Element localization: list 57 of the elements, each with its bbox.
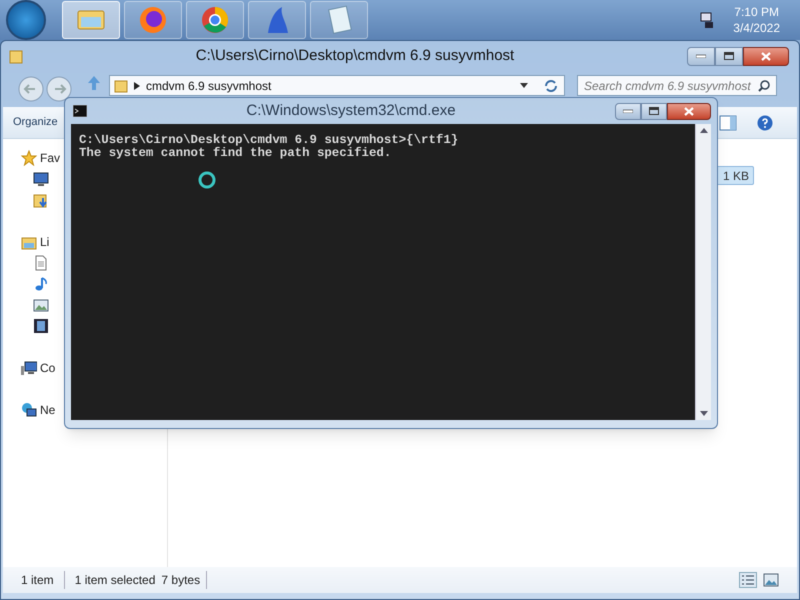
- taskbar-button[interactable]: [186, 1, 244, 39]
- file-size: 1 KB: [722, 168, 749, 184]
- chevron-icon: [134, 82, 140, 90]
- console-line: The system cannot find the path specified.: [79, 147, 392, 160]
- picture-icon[interactable]: [33, 296, 49, 312]
- address-bar[interactable]: cmdvm 6.9 susyvmhost: [109, 75, 565, 96]
- maximize-button[interactable]: [641, 102, 667, 120]
- maximize-icon: [724, 52, 734, 60]
- computer-icon[interactable]: [21, 360, 37, 376]
- minimize-icon: [696, 54, 706, 58]
- start-button[interactable]: [6, 0, 46, 40]
- sidebar-item[interactable]: Co: [40, 358, 56, 376]
- console-icon: [73, 105, 87, 117]
- minimize-icon: [623, 109, 633, 113]
- taskbar-button[interactable]: [124, 1, 182, 39]
- taskbar-button[interactable]: [248, 1, 306, 39]
- network-globe-icon[interactable]: [21, 402, 37, 418]
- maximize-icon: [649, 107, 659, 115]
- close-icon: [761, 52, 771, 60]
- search-icon: [758, 80, 770, 92]
- monitor-icon[interactable]: [33, 170, 49, 186]
- console-line: C:\Users\Cirno\Desktop\cmdvm 6.9 susyvmhost>{\rtf1}: [79, 134, 460, 147]
- status-item-count: 1 item: [21, 571, 65, 589]
- scroll-up-icon[interactable]: [700, 128, 708, 133]
- taskbar-button[interactable]: [310, 1, 368, 39]
- busy-cursor-icon: [197, 170, 217, 190]
- scrollbar[interactable]: [695, 124, 711, 420]
- maximize-button[interactable]: [715, 46, 743, 66]
- sidebar-item[interactable]: Fav: [40, 148, 60, 166]
- dropdown-icon: [520, 83, 528, 88]
- refresh-icon: [542, 78, 560, 94]
- folder-icon: [9, 48, 23, 64]
- close-icon: [684, 106, 694, 116]
- address-text: cmdvm 6.9 susyvmhost: [146, 78, 272, 94]
- sidebar-item[interactable]: Ne: [40, 400, 56, 418]
- film-icon[interactable]: [33, 318, 49, 334]
- preview-pane-icon[interactable]: [719, 114, 737, 130]
- help-icon[interactable]: [757, 114, 773, 130]
- scroll-down-icon[interactable]: [700, 411, 708, 416]
- minimize-button[interactable]: [687, 46, 715, 66]
- details-view-icon[interactable]: [739, 572, 757, 588]
- close-button[interactable]: [743, 46, 789, 66]
- status-selected-size: 7 bytes: [161, 571, 208, 589]
- status-selected-count: 1 item selected: [74, 572, 156, 589]
- search-field[interactable]: Search cmdvm 6.9 susyvmhost: [577, 75, 777, 96]
- taskbar-button[interactable]: [62, 1, 120, 39]
- sidebar-item[interactable]: Li: [40, 232, 50, 250]
- document-icon[interactable]: [33, 254, 49, 270]
- folder-icon: [114, 78, 128, 92]
- window-title: C:\Users\Cirno\Desktop\cmdvm 6.9 susyvmhost: [194, 46, 516, 66]
- close-button[interactable]: [667, 102, 711, 120]
- star-icon[interactable]: [21, 150, 37, 166]
- minimize-button[interactable]: [615, 102, 641, 120]
- organize-button[interactable]: Organize: [13, 114, 58, 131]
- window-title: C:\Windows\system32\cmd.exe: [245, 100, 457, 121]
- tiles-view-icon[interactable]: [763, 573, 779, 587]
- music-note-icon[interactable]: [33, 276, 49, 292]
